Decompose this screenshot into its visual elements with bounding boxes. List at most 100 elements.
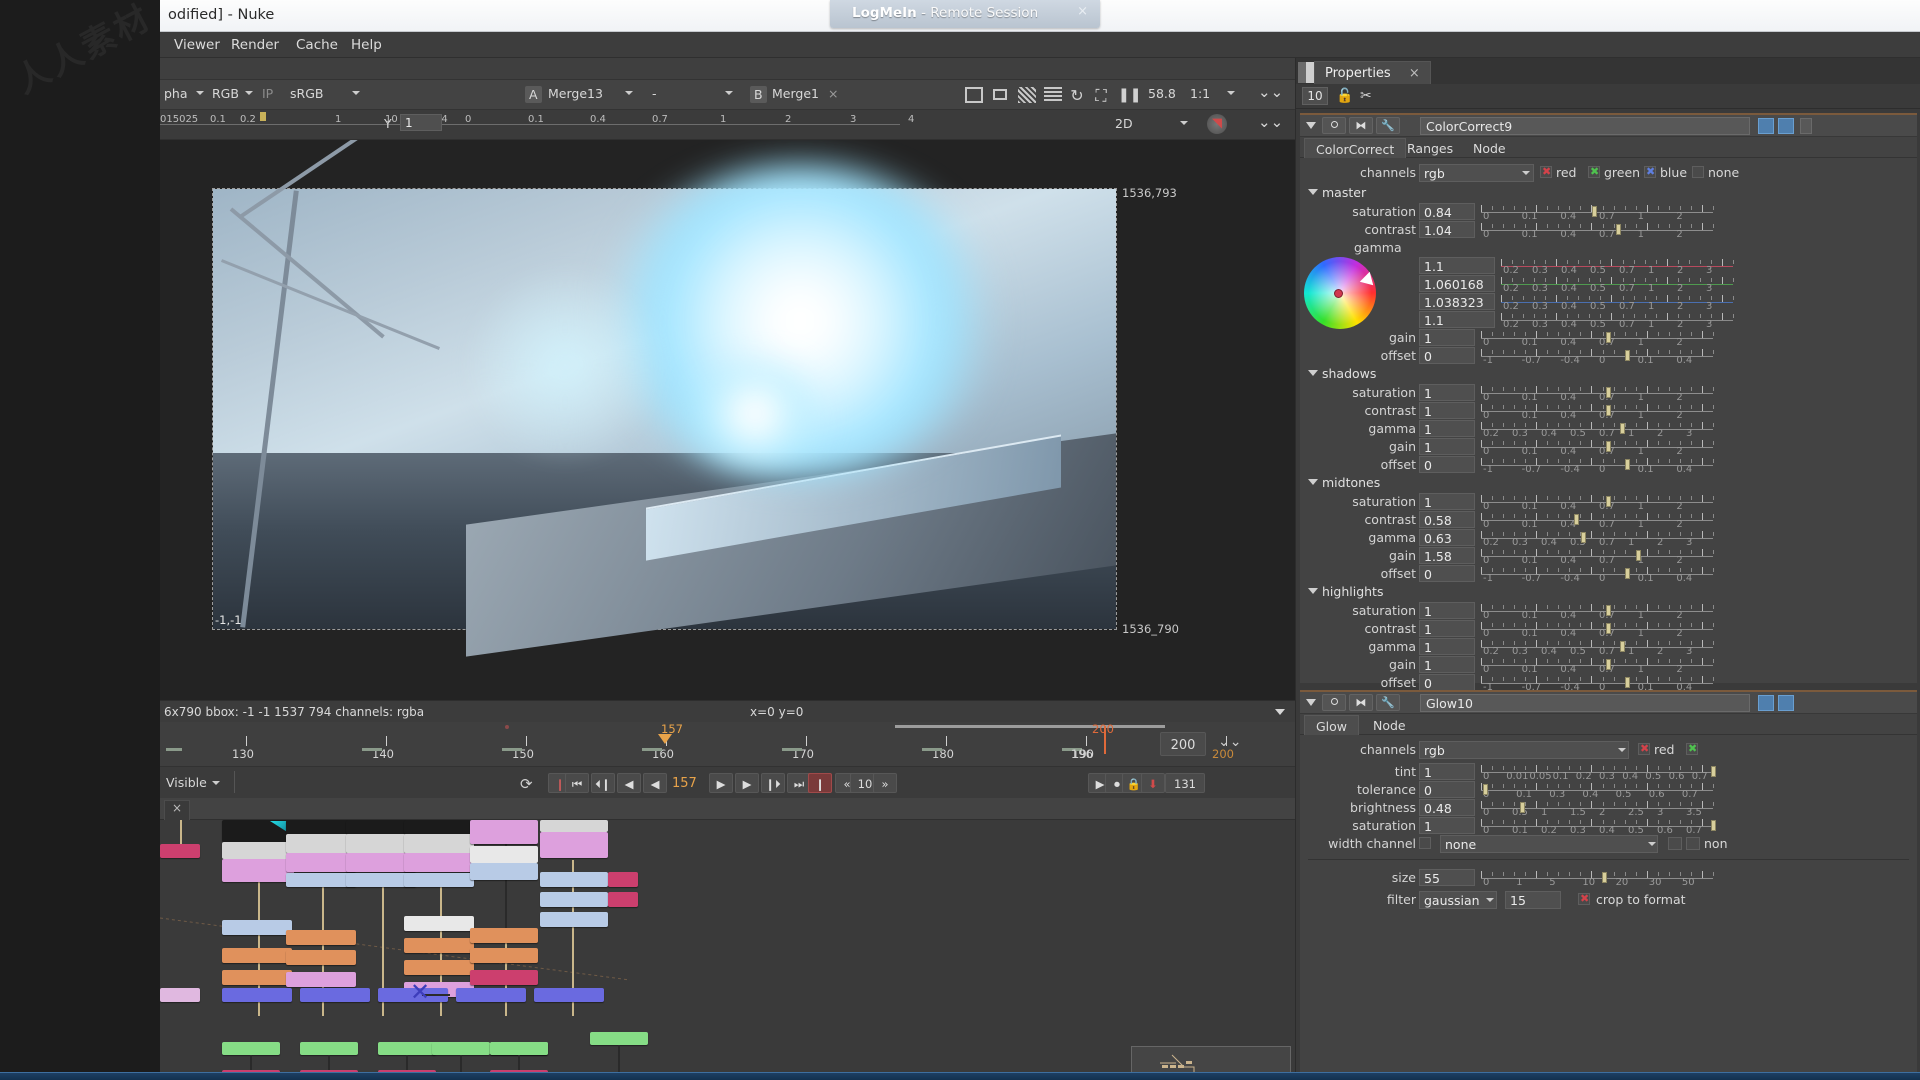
parameter-slider[interactable]: 0.2 0.3 0.4 0.5 0.7 1 2 3 — [1501, 293, 1734, 312]
set-out-point-button[interactable]: ❙ — [808, 773, 832, 793]
parameter-field[interactable]: 55 — [1419, 869, 1475, 886]
viewer-input-mid[interactable]: - — [652, 86, 657, 101]
timeline-frame-field[interactable]: 200 — [1160, 732, 1206, 756]
viewer-zoom-value[interactable]: 1:1 — [1190, 86, 1210, 101]
chevron-down-icon[interactable] — [725, 91, 733, 95]
parameter-field[interactable]: 0.84 — [1419, 203, 1475, 220]
viewer-ip-toggle[interactable]: IP — [262, 86, 273, 101]
play-forward-button[interactable]: ▶ — [709, 773, 733, 793]
node-item[interactable] — [222, 920, 292, 935]
viewer-input-a[interactable]: Merge13 — [548, 86, 603, 101]
viewer-gain-value[interactable]: 58.8 — [1148, 86, 1176, 101]
node-item[interactable] — [432, 1042, 490, 1055]
parameter-slider[interactable]: 00.511.522.533.5 — [1481, 799, 1714, 818]
slider-handle[interactable] — [1592, 206, 1598, 217]
collapse-triangle-icon[interactable] — [1306, 122, 1316, 129]
parameter-slider[interactable]: 00.10.40.712 — [1481, 602, 1714, 621]
slider-handle[interactable] — [1624, 459, 1630, 470]
prev-keyframe-button[interactable]: ⏴❙ — [591, 773, 615, 793]
parameter-slider[interactable]: 0 0.01 0.05 0.1 0.2 0.3 0.4 0.5 0.6 0.7 — [1481, 763, 1716, 782]
parameter-slider[interactable]: 0.2 0.3 0.4 0.5 0.7 1 2 3 — [1501, 257, 1734, 276]
chevron-down-icon[interactable] — [196, 91, 204, 95]
section-header-highlights[interactable]: highlights — [1300, 583, 1917, 601]
viewer-alpha-label[interactable]: pha — [164, 86, 188, 101]
slider-handle[interactable] — [1580, 532, 1586, 543]
node-item[interactable] — [222, 970, 292, 985]
parameter-field[interactable]: 1 — [1419, 763, 1475, 780]
width-channel-select[interactable]: none — [1440, 835, 1658, 853]
section-header-midtones[interactable]: midtones — [1300, 474, 1917, 492]
chevron-down-icon[interactable] — [212, 781, 220, 785]
filter-quality-field[interactable]: 15 — [1505, 891, 1561, 909]
parameter-slider[interactable]: 0.2 0.3 0.4 0.5 0.7 1 2 3 — [1481, 638, 1714, 657]
viewer-status-chevron-icon[interactable] — [1275, 709, 1285, 715]
parameter-slider[interactable]: 00.10.40.712 — [1481, 547, 1714, 566]
parameter-field[interactable]: 0 — [1419, 674, 1475, 691]
channel-none-checkbox[interactable] — [1692, 166, 1704, 178]
viewer-roi-icon[interactable]: ⛶ — [1092, 86, 1110, 105]
node-item[interactable] — [470, 948, 538, 963]
colorcorrect-help-chip[interactable] — [1800, 118, 1812, 134]
channel-green-checkbox[interactable] — [1588, 165, 1600, 178]
node-mask-icon[interactable]: ⧓ — [1349, 694, 1373, 711]
close-all-panels-icon[interactable]: ✂ — [1360, 88, 1372, 104]
viewer-refresh-icon[interactable]: ↻ — [1068, 86, 1086, 105]
chevron-down-icon[interactable] — [1180, 121, 1188, 125]
visible-dropdown-label[interactable]: Visible — [166, 775, 207, 790]
loop-mode-icon[interactable]: ⟳ — [520, 775, 533, 793]
slider-handle[interactable] — [1620, 641, 1626, 652]
menu-help[interactable]: Help — [345, 36, 388, 54]
section-header-master[interactable]: master — [1300, 184, 1917, 202]
tab-ranges[interactable]: Ranges — [1396, 138, 1464, 158]
menu-viewer[interactable]: Viewer — [168, 36, 226, 54]
channel-blue-checkbox[interactable] — [1644, 165, 1656, 178]
node-item[interactable] — [540, 892, 608, 907]
parameter-field[interactable]: 1.1 — [1419, 311, 1495, 328]
slider-handle[interactable] — [1636, 550, 1642, 561]
timeline-ruler-pane[interactable]: 130 140 150 160 170 180 190 200 157 200 … — [160, 722, 1295, 766]
chevron-down-icon[interactable] — [245, 91, 253, 95]
fps-up-button[interactable]: » — [873, 773, 897, 793]
timeline-expand-icon[interactable]: ⌄⌄ — [1218, 734, 1241, 750]
node-item[interactable] — [404, 916, 474, 931]
glow-node-name-field[interactable]: Glow10 — [1420, 694, 1750, 712]
parameter-slider[interactable]: 0 0.1 0.2 0.3 0.4 0.5 0.6 0.7 — [1481, 817, 1716, 836]
node-item[interactable] — [470, 820, 538, 844]
section-header-shadows[interactable]: shadows — [1300, 365, 1917, 383]
tab-glow[interactable]: Glow — [1304, 715, 1360, 735]
node-item[interactable] — [404, 873, 474, 887]
glow-channels-select[interactable]: rgb — [1419, 741, 1629, 759]
parameter-field[interactable]: 1.58 — [1419, 547, 1475, 564]
parameter-field[interactable]: 0 — [1419, 781, 1475, 798]
parameter-slider[interactable]: 0 1 5 10 20 30 50 — [1481, 869, 1714, 888]
node-item[interactable] — [608, 872, 638, 887]
chevron-down-icon[interactable] — [1648, 842, 1656, 846]
node-item[interactable] — [470, 846, 538, 863]
parameter-field[interactable]: 1 — [1419, 402, 1475, 419]
properties-max-panels-field[interactable]: 10 — [1302, 87, 1328, 105]
parameter-field[interactable]: 1 — [1419, 602, 1475, 619]
node-item[interactable] — [404, 834, 474, 853]
viewer-roto-icon[interactable]: ◥ — [1207, 114, 1227, 134]
properties-tab-close-icon[interactable]: × — [1409, 66, 1420, 81]
slider-handle[interactable] — [1606, 623, 1612, 634]
node-item[interactable] — [470, 863, 538, 880]
viewer-proxy-icon[interactable] — [993, 89, 1007, 100]
parameter-slider[interactable]: 00.10.40.712 — [1481, 656, 1714, 675]
parameter-slider[interactable]: -1 -0.7 -0.4 0 0.1 0.4 — [1481, 347, 1714, 366]
glow-channel-green-checkbox[interactable] — [1686, 742, 1698, 755]
parameter-field[interactable]: 1 — [1419, 638, 1475, 655]
timeline-ruler[interactable]: 130 140 150 160 170 180 190 200 157 200 … — [166, 722, 1256, 761]
step-back-button[interactable]: ◀ — [617, 773, 641, 793]
node-item[interactable] — [300, 1042, 358, 1055]
key-button[interactable]: ⬇ — [1141, 773, 1165, 793]
next-keyframe-button[interactable]: ❙⏵ — [761, 773, 785, 793]
glow-channel-red-checkbox[interactable] — [1638, 742, 1650, 755]
timeline-playhead[interactable] — [658, 734, 672, 744]
viewer-layers-icon[interactable] — [1044, 87, 1062, 103]
current-frame-display[interactable]: 157 — [672, 776, 697, 791]
chevron-down-icon[interactable] — [352, 91, 360, 95]
channel-red-checkbox[interactable] — [1540, 165, 1552, 178]
channels-select[interactable]: rgb — [1419, 164, 1534, 182]
slider-handle[interactable] — [1606, 387, 1612, 398]
